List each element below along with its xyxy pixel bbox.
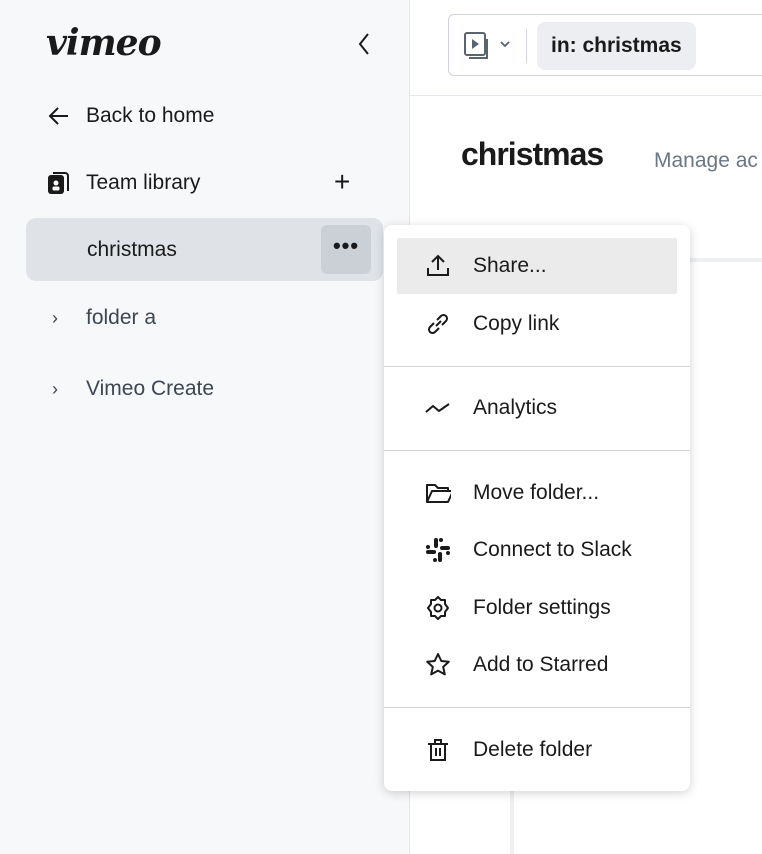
share-icon — [425, 253, 451, 279]
slack-icon — [425, 537, 451, 563]
arrow-left-icon — [48, 107, 68, 125]
gear-icon — [425, 595, 451, 621]
back-label: Back to home — [86, 104, 215, 127]
more-options-button[interactable]: ••• — [321, 225, 371, 274]
divider — [410, 95, 762, 96]
team-library-icon — [48, 172, 69, 194]
menu-item-label: Copy link — [473, 312, 560, 335]
search-bar[interactable]: in: christmas — [448, 14, 762, 76]
manage-access-link[interactable]: Manage ac — [654, 149, 758, 173]
menu-item-copy-link[interactable]: Copy link — [397, 296, 677, 352]
menu-item-label: Share... — [473, 254, 547, 277]
folder-label: christmas — [87, 238, 177, 261]
sidebar-item-vimeo-create[interactable]: › Vimeo Create — [52, 377, 214, 401]
folder-context-menu: Share... Copy link Analytics Move folder… — [384, 225, 690, 791]
divider — [384, 450, 690, 451]
sidebar: vimeo Back to home Team library + christ… — [0, 0, 410, 854]
menu-item-connect-slack[interactable]: Connect to Slack — [397, 522, 677, 578]
menu-item-add-starred[interactable]: Add to Starred — [397, 637, 677, 693]
search-scope-chip[interactable]: in: christmas — [537, 22, 696, 70]
divider — [526, 29, 527, 63]
menu-item-label: Folder settings — [473, 596, 611, 619]
chevron-right-icon[interactable]: › — [52, 379, 86, 400]
video-type-dropdown[interactable] — [463, 31, 511, 61]
folder-label: Vimeo Create — [86, 377, 215, 400]
chevron-left-icon — [358, 33, 369, 55]
star-icon — [425, 652, 451, 678]
team-library-link[interactable]: Team library — [46, 170, 200, 196]
team-library-label: Team library — [86, 171, 201, 194]
menu-item-label: Analytics — [473, 396, 558, 419]
divider — [384, 707, 690, 708]
link-icon — [425, 311, 451, 337]
menu-item-folder-settings[interactable]: Folder settings — [397, 580, 677, 636]
page-title: christmas — [461, 136, 604, 172]
collapse-sidebar-button[interactable] — [352, 30, 376, 58]
menu-item-label: Move folder... — [473, 481, 600, 504]
folder-label: folder a — [86, 306, 157, 329]
menu-item-label: Delete folder — [473, 738, 593, 761]
folder-open-icon — [425, 480, 451, 506]
menu-item-label: Add to Starred — [473, 653, 609, 676]
chevron-right-icon[interactable]: › — [52, 308, 86, 329]
menu-item-share[interactable]: Share... — [397, 238, 677, 294]
back-to-home-link[interactable]: Back to home — [46, 103, 214, 129]
menu-item-label: Connect to Slack — [473, 538, 632, 561]
vimeo-logo[interactable]: vimeo — [46, 22, 162, 64]
sidebar-item-folder-a[interactable]: › folder a — [52, 306, 156, 330]
menu-item-delete-folder[interactable]: Delete folder — [397, 722, 677, 778]
add-folder-button[interactable]: + — [334, 168, 350, 196]
analytics-icon — [425, 395, 451, 421]
menu-item-move-folder[interactable]: Move folder... — [397, 465, 677, 521]
sidebar-item-christmas[interactable]: christmas ••• — [26, 218, 383, 281]
menu-item-analytics[interactable]: Analytics — [397, 380, 677, 436]
divider — [384, 366, 690, 367]
trash-icon — [425, 737, 451, 763]
